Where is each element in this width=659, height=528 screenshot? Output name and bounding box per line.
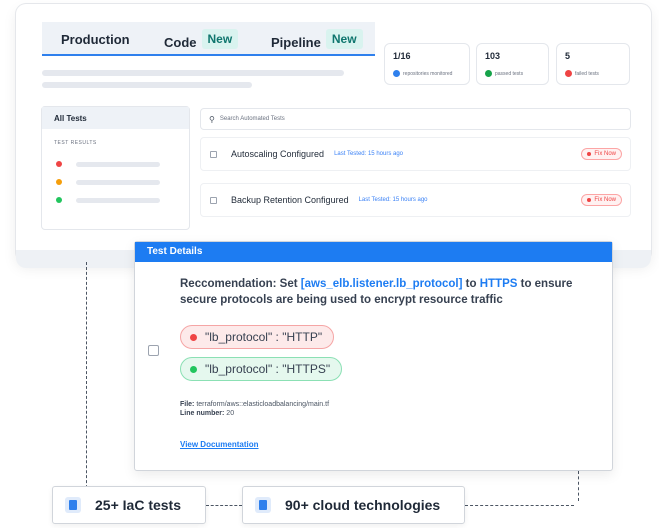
connector-line <box>86 262 87 498</box>
stat-value: 5 <box>565 51 571 61</box>
tab-production[interactable]: Production <box>61 32 130 47</box>
reco-prefix: Reccomendation: Set <box>180 278 301 290</box>
sidebar-section-label: TEST RESULTS <box>54 140 97 146</box>
tab-pipeline[interactable]: Pipeline New <box>271 29 363 52</box>
repo-icon <box>393 70 400 77</box>
result-row-passed[interactable] <box>56 197 160 203</box>
tab-label: Pipeline <box>271 34 321 50</box>
new-badge: New <box>201 29 239 49</box>
new-value-pill: "lb_protocol" : "HTTPS" <box>180 357 343 381</box>
connector-line <box>465 505 574 506</box>
search-placeholder: Search Automated Tests <box>219 116 285 122</box>
placeholder-bar <box>76 161 160 167</box>
test-name: Backup Retention Configured <box>231 195 349 205</box>
tab-code[interactable]: Code New <box>164 29 239 52</box>
test-checkbox[interactable] <box>210 196 217 204</box>
panel-title: Test Details <box>135 242 612 262</box>
old-value: "lb_protocol" : "HTTP" <box>205 330 323 344</box>
result-row-warning[interactable] <box>56 179 160 185</box>
apply-checkbox[interactable] <box>148 345 159 356</box>
fix-now-label: Fix Now <box>594 151 616 157</box>
alert-dot-icon <box>587 198 592 202</box>
removed-dot-icon <box>190 333 197 341</box>
alert-icon <box>565 70 572 77</box>
placeholder-bar <box>42 70 344 76</box>
test-row[interactable]: Backup Retention Configured Last Tested:… <box>200 183 631 217</box>
status-dot <box>56 179 62 185</box>
placeholder-bar <box>76 197 160 203</box>
result-row-failed[interactable] <box>56 161 160 167</box>
status-dot <box>56 197 62 203</box>
check-icon <box>485 70 492 77</box>
stat-value: 1/16 <box>393 51 411 61</box>
file-path: terraform/aws::elasticloadbalancing/main… <box>196 401 330 408</box>
chip-label: 25+ IaC tests <box>95 497 181 513</box>
iac-tests-chip: 25+ IaC tests <box>52 486 206 524</box>
file-info: File: terraform/aws::elasticloadbalancin… <box>180 400 329 418</box>
cloud-technologies-chip: 90+ cloud technologies <box>242 486 465 524</box>
alert-dot-icon <box>587 152 592 156</box>
reco-value: HTTPS <box>479 278 518 290</box>
search-input[interactable]: ⚲ Search Automated Tests <box>200 108 631 130</box>
placeholder-bar <box>42 82 252 88</box>
test-row[interactable]: Autoscaling Configured Last Tested: 15 h… <box>200 137 631 171</box>
test-checkbox[interactable] <box>210 150 217 158</box>
new-value: "lb_protocol" : "HTTPS" <box>205 362 331 376</box>
file-label: File: <box>180 401 195 408</box>
last-tested: Last Tested: 15 hours ago <box>334 151 404 157</box>
stat-label: passed tests <box>495 70 524 77</box>
line-value: 20 <box>226 410 235 417</box>
reco-param: [aws_elb.listener.lb_protocol] <box>300 278 463 290</box>
last-tested: Last Tested: 15 hours ago <box>358 197 428 203</box>
chip-label: 90+ cloud technologies <box>285 497 441 513</box>
reco-to: to <box>462 278 480 290</box>
tests-sidebar: All Tests TEST RESULTS <box>41 106 190 230</box>
old-value-pill: "lb_protocol" : "HTTP" <box>180 325 335 349</box>
test-details-panel: Test Details Reccomendation: Set [aws_el… <box>134 241 613 471</box>
search-icon: ⚲ <box>209 114 215 124</box>
fix-now-button[interactable]: Fix Now <box>581 148 622 160</box>
environment-tabs: Production Code New Pipeline New <box>42 22 375 56</box>
stat-card-failed: 5 failed tests <box>556 43 630 85</box>
connector-line <box>206 505 242 506</box>
stat-card-passed: 103 passed tests <box>476 43 549 85</box>
status-dot <box>56 161 62 167</box>
document-icon <box>255 497 271 513</box>
tab-label: Code <box>164 34 197 50</box>
stat-value: 103 <box>485 51 501 61</box>
view-documentation-link[interactable]: View Documentation <box>180 440 259 449</box>
connector-line <box>578 471 579 501</box>
fix-now-button[interactable]: Fix Now <box>581 194 622 206</box>
fix-now-label: Fix Now <box>594 197 616 203</box>
sidebar-title[interactable]: All Tests <box>42 107 189 129</box>
stat-label: failed tests <box>575 70 599 77</box>
document-icon <box>65 497 81 513</box>
new-badge: New <box>325 29 363 49</box>
test-name: Autoscaling Configured <box>231 149 325 159</box>
placeholder-bar <box>76 179 160 185</box>
recommendation-text: Reccomendation: Set [aws_elb.listener.lb… <box>180 276 595 308</box>
stat-card-repositories: 1/16 repositories monitored <box>384 43 470 85</box>
line-label: Line number: <box>180 410 225 417</box>
stat-label: repositories monitored <box>403 70 453 77</box>
tab-label: Production <box>61 32 130 47</box>
added-dot-icon <box>190 365 197 373</box>
